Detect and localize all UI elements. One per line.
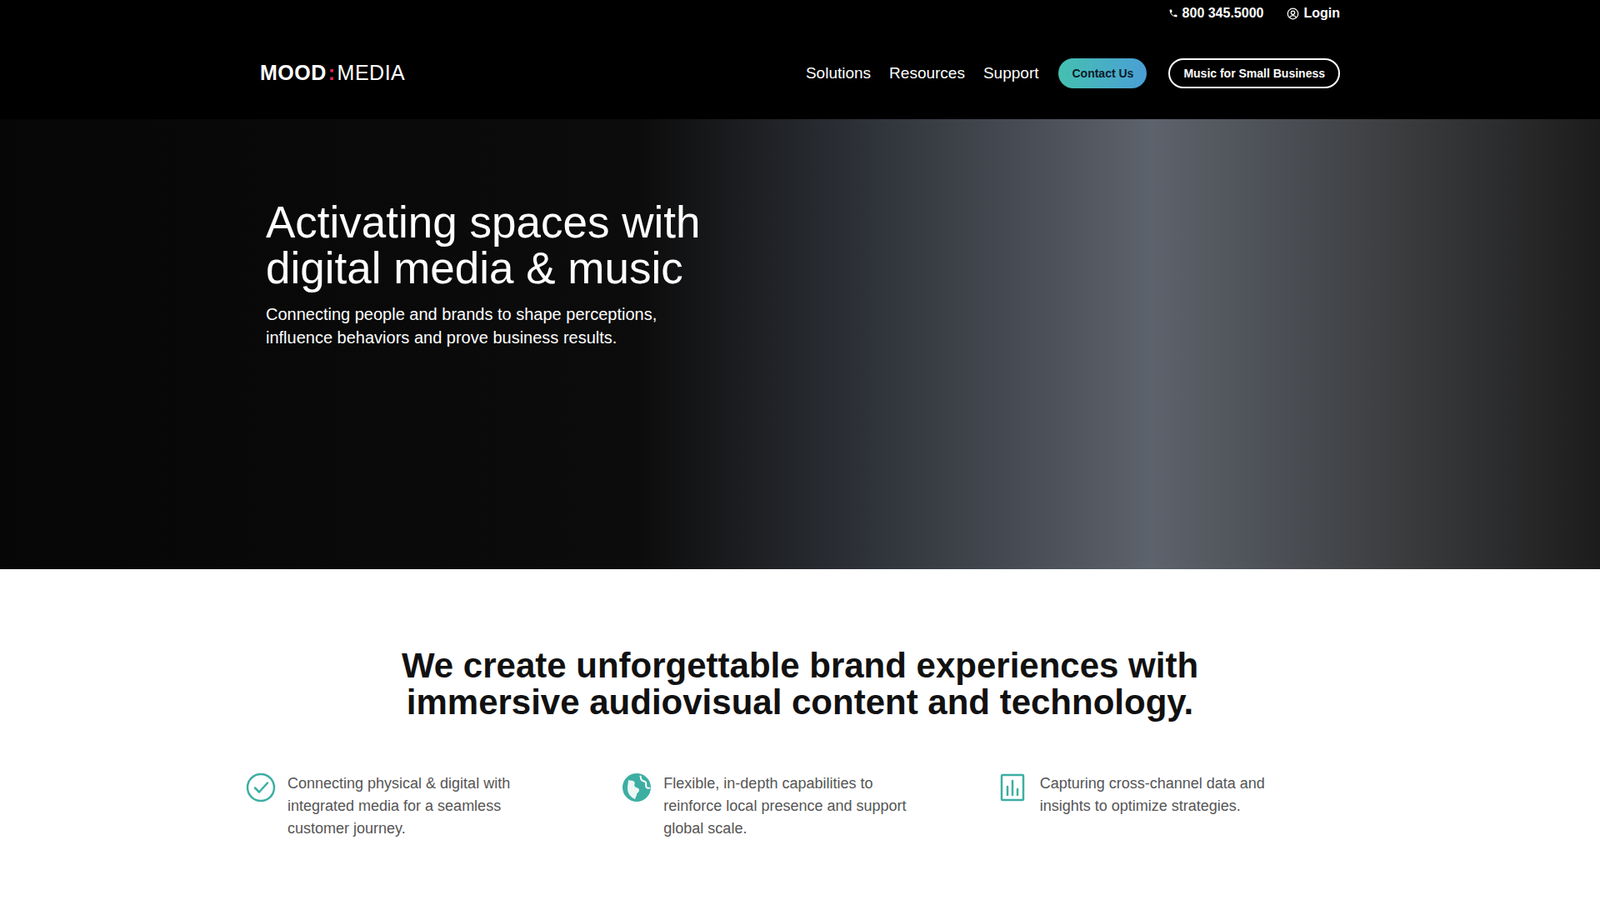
feature-list: Connecting physical & digital with integ…	[245, 772, 1355, 840]
small-business-button[interactable]: Music for Small Business	[1168, 58, 1340, 89]
feature-item: Connecting physical & digital with integ…	[245, 772, 602, 840]
user-icon	[1286, 7, 1300, 20]
bar-chart-icon	[998, 772, 1029, 803]
hero-title: Activating spaces withdigital media & mu…	[265, 200, 1340, 291]
feature-text: Flexible, in-depth capabilities to reinf…	[663, 772, 930, 840]
feature-item: Capturing cross-channel data and insight…	[998, 772, 1355, 840]
main-nav: MOOD:MEDIA Solutions Resources Support Conta…	[260, 26, 1340, 120]
nav-list: Solutions Resources Support Contact Us Music…	[805, 58, 1340, 89]
hero-subtitle: Connecting people and brands to shape pe…	[265, 302, 1340, 350]
intro-section: We create unforgettable brand experience…	[0, 569, 1600, 890]
nav-link[interactable]: Support	[983, 64, 1040, 83]
feature-item: Flexible, in-depth capabilities to reinf…	[621, 772, 978, 840]
globe-icon	[621, 772, 652, 803]
phone-icon	[1168, 8, 1179, 19]
logo[interactable]: MOOD:MEDIA	[260, 60, 405, 85]
feature-text: Capturing cross-channel data and insight…	[1040, 772, 1307, 818]
hero-banner: Activating spaces withdigital media & mu…	[0, 119, 1600, 570]
contact-button[interactable]: Contact Us	[1058, 58, 1147, 89]
nav-link[interactable]: Solutions	[805, 64, 871, 83]
utility-bar: 800 345.5000 Login	[260, 0, 1340, 27]
check-circle-icon	[245, 772, 276, 803]
phone-link[interactable]: 800 345.5000	[1168, 5, 1265, 21]
login-link[interactable]: Login	[1286, 5, 1340, 21]
intro-heading: We create unforgettable brand experience…	[245, 647, 1355, 721]
site-header: 800 345.5000 Login MOOD:MEDIA Solutions Reso…	[0, 0, 1600, 120]
feature-text: Connecting physical & digital with integ…	[287, 772, 555, 840]
nav-link[interactable]: Resources	[889, 64, 965, 83]
